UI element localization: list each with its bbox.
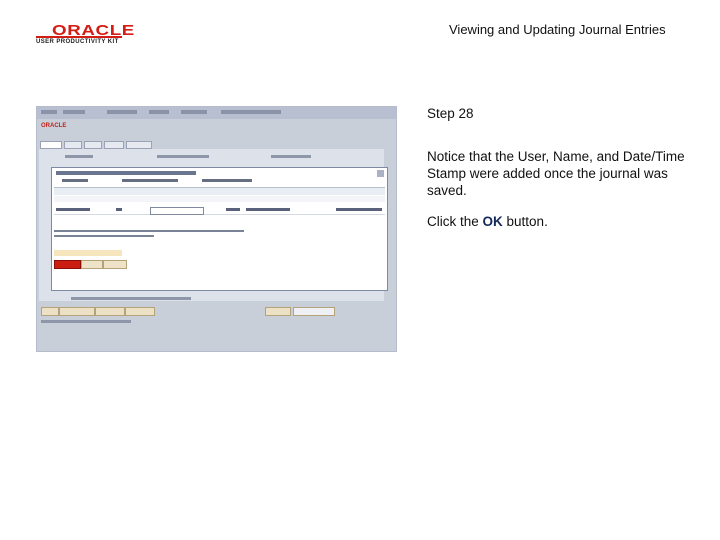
refresh-button[interactable] xyxy=(103,260,127,269)
ok-button-reference: OK xyxy=(482,214,503,229)
step-instruction: Click the OK button. xyxy=(427,214,548,229)
logo-divider xyxy=(36,36,122,38)
page-title: Viewing and Updating Journal Entries xyxy=(449,22,666,37)
attachment-row xyxy=(54,206,385,215)
application-screenshot: ORACLE xyxy=(36,106,397,352)
app-top-bar xyxy=(37,107,396,119)
logo-subtitle: USER PRODUCTIVITY KIT xyxy=(36,39,119,45)
notice-banner xyxy=(54,250,122,256)
app-oracle-logo: ORACLE xyxy=(41,123,67,129)
journal-entry-attachments-modal xyxy=(51,167,388,291)
description-field[interactable] xyxy=(150,207,204,215)
ok-button[interactable] xyxy=(54,260,81,269)
step-label: Step 28 xyxy=(427,106,474,121)
instruction-suffix: button. xyxy=(502,214,548,229)
step-description: Notice that the User, Name, and Date/Tim… xyxy=(427,149,685,198)
close-icon[interactable] xyxy=(377,170,384,177)
cancel-button[interactable] xyxy=(81,260,103,269)
instruction-prefix: Click the xyxy=(427,214,483,229)
